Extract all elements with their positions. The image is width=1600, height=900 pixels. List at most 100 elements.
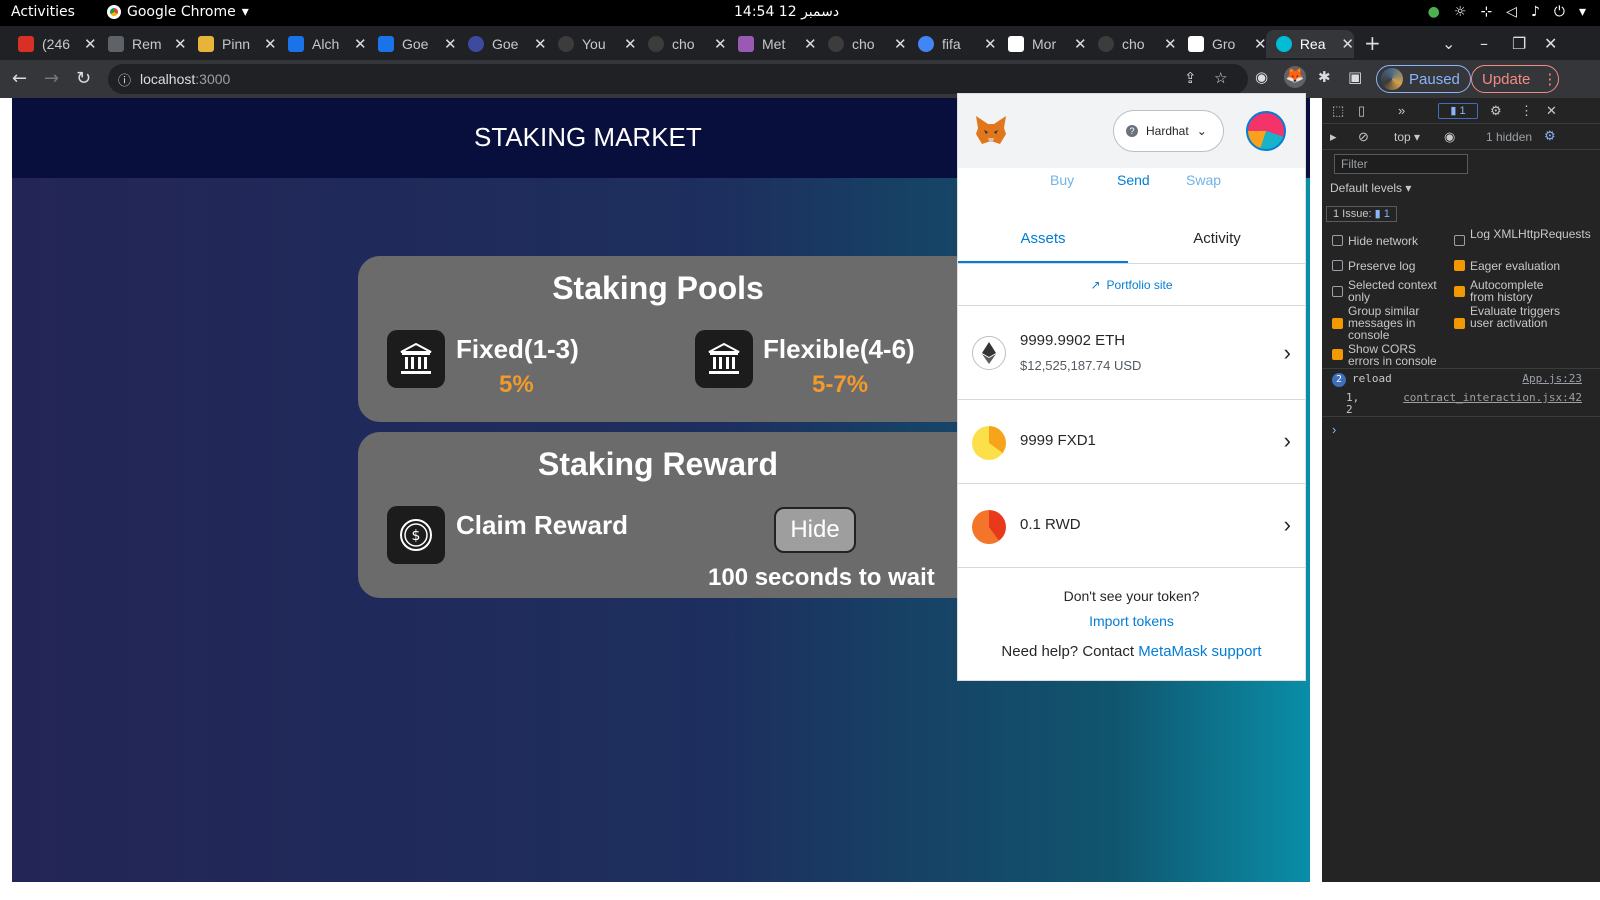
browser-tab[interactable]: Alch ✕ [278, 30, 367, 58]
close-devtools-icon[interactable]: ✕ [1546, 103, 1557, 119]
app-menu[interactable]: Google Chrome ▾ [107, 4, 249, 20]
profile-paused-button[interactable]: Paused [1376, 65, 1471, 93]
close-icon[interactable]: ✕ [1341, 35, 1354, 53]
claim-reward-label[interactable]: Claim Reward [456, 510, 628, 541]
back-icon[interactable]: ← [12, 68, 27, 89]
live-expression-eye-icon[interactable]: ◉ [1444, 129, 1455, 145]
bank-icon[interactable] [695, 330, 753, 388]
metamask-extension-icon[interactable]: 🦊 [1284, 66, 1306, 88]
sidebar-toggle-icon[interactable]: ▸ [1330, 129, 1337, 145]
activities-button[interactable]: Activities [11, 4, 75, 20]
asset-row-fxd1[interactable]: 9999 FXD1 › [958, 400, 1305, 484]
browser-tab[interactable]: Gro ✕ [1178, 30, 1267, 58]
browser-tab[interactable]: fifa ✕ [908, 30, 997, 58]
portfolio-link[interactable]: ↗ Portfolio site [958, 266, 1305, 306]
dollar-coin-icon[interactable]: $ [387, 506, 445, 564]
account-avatar[interactable] [1246, 111, 1286, 151]
close-icon[interactable]: ✕ [354, 35, 367, 53]
browser-tab[interactable]: Rem ✕ [98, 30, 187, 58]
new-tab-button[interactable]: + [1364, 31, 1381, 55]
restore-button[interactable]: ❐ [1512, 34, 1526, 53]
source-link[interactable]: App.js:23 [1522, 372, 1582, 385]
browser-tab[interactable]: Met ✕ [728, 30, 817, 58]
fixed-pool-label[interactable]: Fixed(1-3) [456, 334, 579, 365]
address-bar[interactable]: ⓘ localhost:3000 ⇪ ☆ [108, 64, 1248, 94]
hidden-count: 1 hidden [1486, 130, 1533, 144]
swap-button[interactable]: Swap [1186, 172, 1221, 188]
bank-icon[interactable] [387, 330, 445, 388]
site-info-icon[interactable]: ⓘ [118, 70, 131, 89]
tab-search-icon[interactable]: ⌄ [1442, 34, 1455, 53]
more-tabs-icon[interactable]: » [1398, 103, 1405, 118]
send-button[interactable]: Send [1117, 172, 1150, 188]
flexible-pool-label[interactable]: Flexible(4-6) [763, 334, 915, 365]
extensions-puzzle-icon[interactable]: ✱ [1318, 68, 1331, 86]
system-tray[interactable]: ● ☼ ⊹ ◁ ♪ ⏻ ▾ [1428, 4, 1586, 20]
close-icon[interactable]: ✕ [1074, 35, 1087, 53]
browser-tab[interactable]: cho ✕ [638, 30, 727, 58]
update-button[interactable]: Update ⋮ [1471, 65, 1559, 93]
selected-context-checkbox[interactable] [1332, 286, 1343, 297]
browser-tab-active[interactable]: Rea ✕ [1266, 30, 1354, 58]
share-icon[interactable]: ⇪ [1184, 69, 1197, 87]
tab-assets[interactable]: Assets [958, 230, 1128, 247]
preserve-log-checkbox[interactable] [1332, 260, 1343, 271]
import-tokens-link[interactable]: Import tokens [958, 613, 1305, 629]
device-toolbar-icon[interactable]: ▯ [1358, 103, 1365, 119]
close-icon[interactable]: ✕ [264, 35, 277, 53]
hide-button[interactable]: Hide [774, 507, 856, 553]
metamask-popup: ? Hardhat ⌄ Buy Send Swap Assets Activit… [957, 93, 1306, 681]
asset-row-eth[interactable]: 9999.9902 ETH $12,525,187.74 USD › [958, 306, 1305, 400]
evaluate-triggers-checkbox[interactable] [1454, 318, 1465, 329]
browser-tab[interactable]: Pinn ✕ [188, 30, 277, 58]
close-icon[interactable]: ✕ [84, 35, 97, 53]
metamask-support-link[interactable]: MetaMask support [1138, 643, 1261, 660]
console-prompt-icon[interactable]: › [1332, 422, 1336, 437]
close-icon[interactable]: ✕ [1164, 35, 1177, 53]
browser-tab[interactable]: Goe ✕ [368, 30, 457, 58]
browser-tab[interactable]: You ✕ [548, 30, 637, 58]
minimize-button[interactable]: – [1480, 34, 1488, 53]
filter-input[interactable]: Filter [1334, 154, 1468, 174]
close-icon[interactable]: ✕ [534, 35, 547, 53]
close-icon[interactable]: ✕ [714, 35, 727, 53]
browser-tab[interactable]: cho ✕ [1088, 30, 1177, 58]
more-options-icon[interactable]: ⋮ [1520, 103, 1533, 119]
show-cors-checkbox[interactable] [1332, 349, 1343, 360]
log-xhr-checkbox[interactable] [1454, 235, 1465, 246]
log-levels-dropdown[interactable]: Default levels ▾ [1330, 181, 1411, 195]
browser-tab[interactable]: Goe ✕ [458, 30, 547, 58]
side-panel-icon[interactable]: ▣ [1348, 68, 1362, 86]
bookmark-star-icon[interactable]: ☆ [1214, 69, 1227, 87]
tab-activity[interactable]: Activity [1132, 230, 1302, 247]
eager-evaluation-checkbox[interactable] [1454, 260, 1465, 271]
asset-row-rwd[interactable]: 0.1 RWD › [958, 484, 1305, 568]
buy-button[interactable]: Buy [1050, 172, 1074, 188]
clear-console-icon[interactable]: ⊘ [1358, 129, 1369, 145]
reload-icon[interactable]: ↻ [76, 68, 91, 89]
messages-badge[interactable]: ▮ 1 [1438, 103, 1478, 119]
close-window-button[interactable]: ✕ [1544, 34, 1557, 53]
clock[interactable]: 14:54 12 دسمبر [734, 4, 839, 20]
close-icon[interactable]: ✕ [984, 35, 997, 53]
close-icon[interactable]: ✕ [804, 35, 817, 53]
context-selector[interactable]: top ▾ [1394, 130, 1420, 144]
extension-record-icon[interactable]: ◉ [1255, 68, 1268, 86]
close-icon[interactable]: ✕ [894, 35, 907, 53]
browser-tab[interactable]: Mor ✕ [998, 30, 1087, 58]
close-icon[interactable]: ✕ [174, 35, 187, 53]
close-icon[interactable]: ✕ [1254, 35, 1267, 53]
issues-counter[interactable]: 1 Issue: ▮ 1 [1326, 206, 1397, 222]
forward-icon[interactable]: → [44, 68, 59, 89]
console-settings-icon[interactable]: ⚙ [1544, 128, 1556, 144]
autocomplete-checkbox[interactable] [1454, 286, 1465, 297]
close-icon[interactable]: ✕ [444, 35, 457, 53]
browser-tab[interactable]: cho ✕ [818, 30, 907, 58]
group-similar-checkbox[interactable] [1332, 318, 1343, 329]
hide-network-checkbox[interactable] [1332, 235, 1343, 246]
inspect-element-icon[interactable]: ⬚ [1332, 103, 1344, 119]
network-selector[interactable]: ? Hardhat ⌄ [1113, 110, 1224, 152]
settings-icon[interactable]: ⚙ [1490, 103, 1502, 119]
close-icon[interactable]: ✕ [624, 35, 637, 53]
browser-tab[interactable]: (246 ✕ [8, 30, 97, 58]
